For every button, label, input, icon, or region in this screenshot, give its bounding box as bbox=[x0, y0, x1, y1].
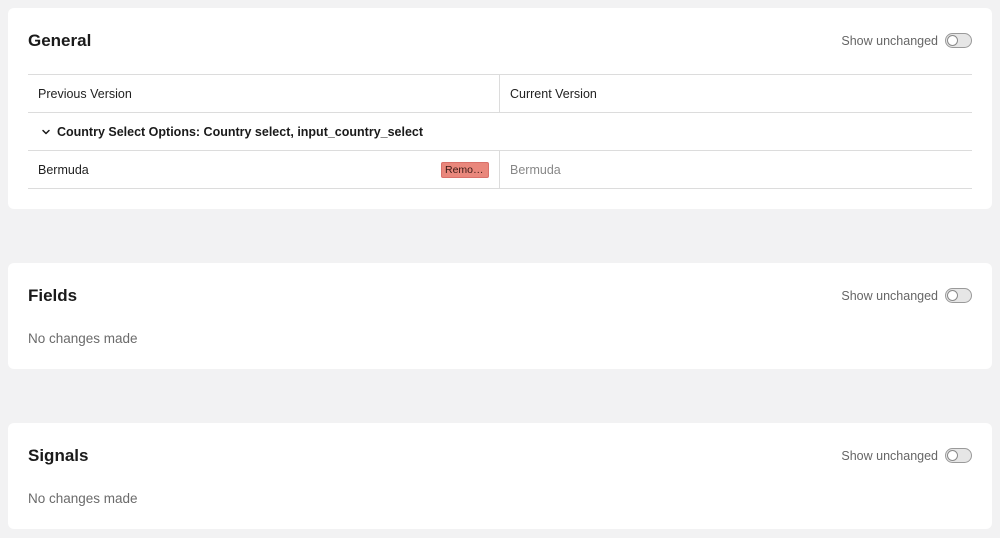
toggle-knob bbox=[947, 450, 958, 461]
current-value-cell: Bermuda bbox=[500, 151, 972, 188]
table-row: Bermuda Removed Bermuda bbox=[28, 151, 972, 189]
general-show-unchanged: Show unchanged bbox=[841, 33, 972, 48]
removed-badge: Removed bbox=[441, 162, 489, 178]
diff-header-row: Previous Version Current Version bbox=[28, 75, 972, 113]
fields-section-title: Fields bbox=[28, 286, 78, 305]
current-version-header: Current Version bbox=[510, 86, 597, 101]
current-value: Bermuda bbox=[510, 162, 561, 177]
group-label: Country Select Options: Country select, … bbox=[57, 124, 424, 139]
fields-show-unchanged-label: Show unchanged bbox=[841, 288, 938, 303]
general-show-unchanged-toggle[interactable] bbox=[945, 33, 972, 48]
signals-show-unchanged: Show unchanged bbox=[841, 448, 972, 463]
signals-section-card: Signals Show unchanged No changes made bbox=[8, 423, 992, 529]
general-show-unchanged-label: Show unchanged bbox=[841, 33, 938, 48]
previous-value: Bermuda bbox=[38, 162, 89, 177]
fields-section-card: Fields Show unchanged No changes made bbox=[8, 263, 992, 369]
fields-show-unchanged: Show unchanged bbox=[841, 288, 972, 303]
fields-show-unchanged-toggle[interactable] bbox=[945, 288, 972, 303]
signals-empty-message: No changes made bbox=[28, 491, 138, 506]
signals-show-unchanged-label: Show unchanged bbox=[841, 448, 938, 463]
signals-section-title: Signals bbox=[28, 446, 89, 465]
previous-version-header: Previous Version bbox=[28, 75, 500, 112]
toggle-knob bbox=[947, 35, 958, 46]
fields-empty-message: No changes made bbox=[28, 331, 138, 346]
general-diff-table: Previous Version Current Version Country… bbox=[28, 74, 972, 189]
previous-value-cell: Bermuda Removed bbox=[28, 151, 500, 188]
general-section-card: General Show unchanged Previous Version … bbox=[8, 8, 992, 209]
general-section-title: General bbox=[28, 31, 92, 50]
toggle-knob bbox=[947, 290, 958, 301]
country-select-options-group[interactable]: Country Select Options: Country select, … bbox=[28, 113, 972, 151]
signals-show-unchanged-toggle[interactable] bbox=[945, 448, 972, 463]
chevron-down-icon bbox=[42, 129, 50, 134]
